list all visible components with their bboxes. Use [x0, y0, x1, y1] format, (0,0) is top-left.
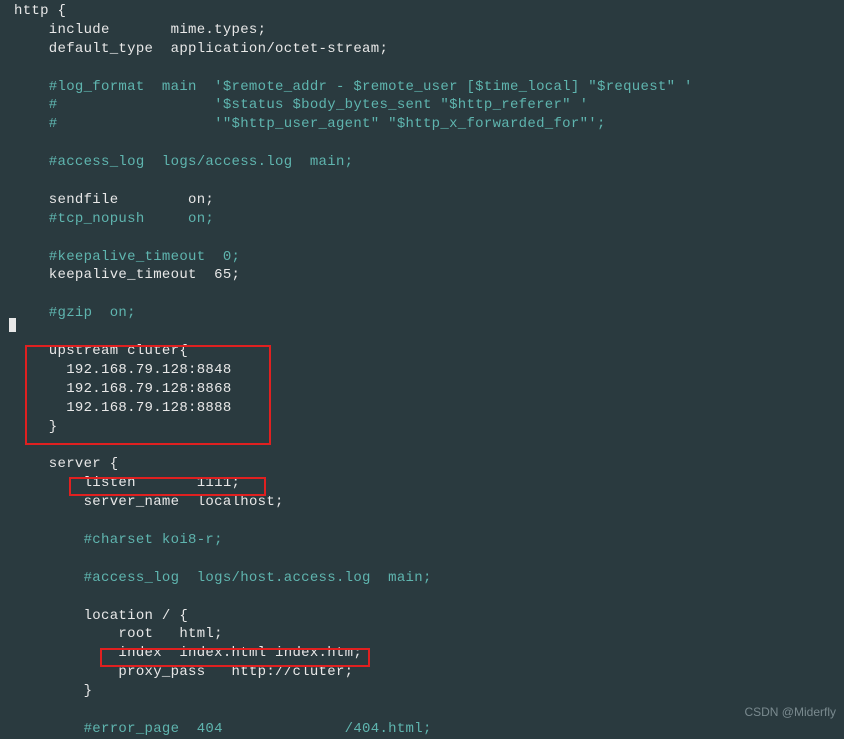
code-value: localhost; — [197, 494, 284, 510]
code-line: server { — [14, 456, 118, 472]
code-line: 192.168.79.128:8888 — [14, 400, 232, 416]
code-value: on; — [188, 192, 214, 208]
code-comment: #access_log logs/host.access.log main; — [14, 570, 432, 586]
code-value: html; — [179, 626, 223, 642]
code-line: 192.168.79.128:8868 — [14, 381, 232, 397]
code-line: } — [14, 419, 58, 435]
code-line: default_type — [14, 41, 171, 57]
code-line: index — [14, 645, 179, 661]
code-line: sendfile — [14, 192, 188, 208]
code-line: upstream cluter{ — [14, 343, 188, 359]
watermark-text: CSDN @Miderfly — [744, 704, 836, 720]
code-comment: #log_format main '$remote_addr - $remote… — [14, 79, 693, 95]
code-value: application/octet-stream; — [171, 41, 389, 57]
code-line: listen — [14, 475, 197, 491]
code-comment: #gzip on; — [14, 305, 136, 321]
code-value: index.html index.htm; — [179, 645, 362, 661]
code-line: location / { — [14, 608, 188, 624]
code-comment: #tcp_nopush on; — [14, 211, 214, 227]
code-line: keepalive_timeout — [14, 267, 214, 283]
code-comment: # '$status $body_bytes_sent "$http_refer… — [14, 97, 588, 113]
code-comment: #charset koi8-r; — [14, 532, 223, 548]
code-line: proxy_pass — [14, 664, 232, 680]
code-line: root — [14, 626, 179, 642]
code-comment: #access_log logs/access.log main; — [14, 154, 353, 170]
code-comment: #keepalive_timeout 0; — [14, 249, 240, 265]
code-line: http { — [14, 3, 66, 19]
code-line: 192.168.79.128:8848 — [14, 362, 232, 378]
code-value: mime.types; — [171, 22, 267, 38]
nginx-config-code: http { include mime.types; default_type … — [14, 2, 844, 739]
code-value: 65; — [214, 267, 240, 283]
code-line: include — [14, 22, 171, 38]
cursor-indicator — [9, 318, 16, 332]
code-line: } — [14, 683, 92, 699]
code-line: server_name — [14, 494, 197, 510]
code-value: 1111; — [197, 475, 241, 491]
code-comment: # '"$http_user_agent" "$http_x_forwarded… — [14, 116, 606, 132]
code-comment: #error_page 404 /404.html; — [14, 721, 432, 737]
code-value: http://cluter; — [232, 664, 354, 680]
